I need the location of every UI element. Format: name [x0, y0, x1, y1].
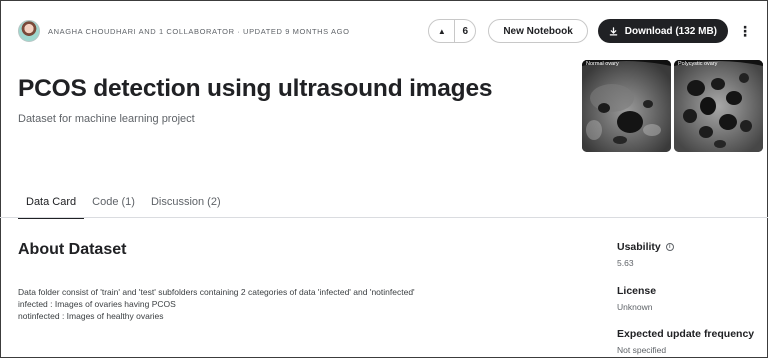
update-frequency-value: Not specified — [617, 345, 667, 355]
ultrasound-normal-image — [582, 60, 671, 152]
usability-section: Usability i 5.63 — [617, 241, 674, 268]
dataset-header-bar: ANAGHA CHOUDHARI AND 1 COLLABORATOR · UP… — [18, 18, 754, 44]
cover-image-normal-ovary: Normal ovary — [582, 60, 671, 152]
license-label: License — [617, 285, 657, 297]
more-vertical-icon: ⋮ — [738, 22, 752, 39]
license-section: License Unknown — [617, 285, 656, 312]
cover-image-label: Normal ovary — [586, 61, 619, 67]
upvote-widget: ▲ 6 — [428, 19, 477, 43]
update-frequency-section: Expected update frequency Not specified — [617, 328, 754, 355]
cover-image-polycystic-ovary: Polycystic ovary — [674, 60, 763, 152]
download-label: Download (132 MB) — [624, 25, 717, 37]
about-line: infected : Images of ovaries having PCOS — [18, 299, 176, 309]
usability-value: 5.63 — [617, 258, 634, 268]
tab-data-card[interactable]: Data Card — [18, 192, 85, 219]
dataset-tabs: Data Card Code (1) Discussion (2) — [18, 192, 229, 219]
dataset-title: PCOS detection using ultrasound images — [18, 75, 493, 102]
usability-label: Usability — [617, 241, 661, 253]
about-line: Data folder consist of 'train' and 'test… — [18, 287, 415, 297]
upvote-arrow-icon: ▲ — [437, 26, 446, 36]
about-dataset-body: Data folder consist of 'train' and 'test… — [18, 286, 415, 322]
author-avatar[interactable] — [18, 20, 40, 42]
cover-image-label: Polycystic ovary — [678, 61, 718, 67]
tab-discussion[interactable]: Discussion (2) — [143, 192, 229, 218]
update-frequency-label: Expected update frequency — [617, 328, 755, 340]
info-icon[interactable]: i — [665, 243, 674, 251]
download-icon — [609, 26, 618, 36]
tabs-divider — [0, 217, 768, 218]
author-byline[interactable]: ANAGHA CHOUDHARI AND 1 COLLABORATOR · UP… — [48, 27, 350, 36]
tab-code[interactable]: Code (1) — [84, 192, 143, 218]
license-value: Unknown — [617, 302, 653, 312]
about-dataset-heading: About Dataset — [18, 241, 127, 258]
download-button[interactable]: Download (132 MB) — [597, 19, 728, 43]
ultrasound-polycystic-image — [674, 60, 763, 152]
new-notebook-button[interactable]: New Notebook — [488, 19, 588, 43]
more-options-button[interactable]: ⋮ — [736, 19, 754, 43]
about-line: notinfected : Images of healthy ovaries — [18, 311, 164, 321]
dataset-subtitle: Dataset for machine learning project — [18, 113, 195, 125]
upvote-button[interactable]: ▲ — [429, 20, 456, 42]
upvote-count: 6 — [462, 25, 469, 37]
